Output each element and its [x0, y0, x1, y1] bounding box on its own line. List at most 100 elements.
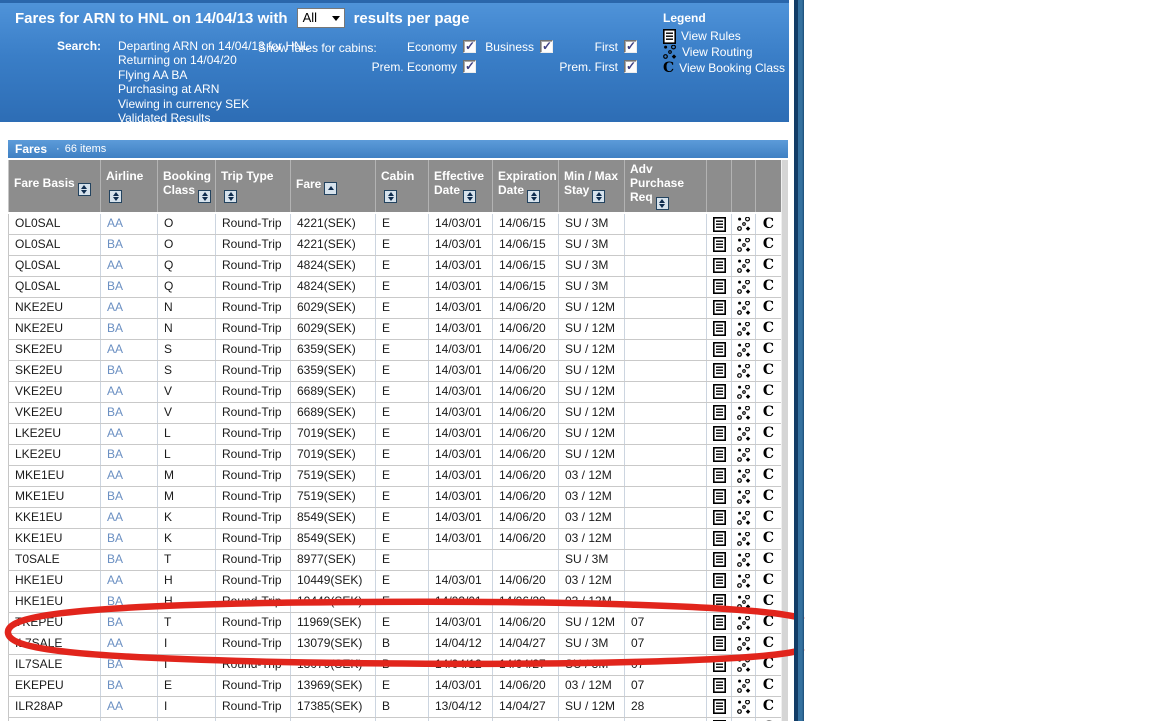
cabin-economy-checkbox[interactable] [463, 40, 476, 53]
view-booking-class-icon[interactable]: C [763, 553, 774, 566]
view-booking-class-icon[interactable]: C [763, 322, 774, 335]
view-routing-icon[interactable] [737, 469, 751, 483]
cell-airline[interactable]: BA [101, 612, 158, 633]
view-routing-icon[interactable] [737, 553, 751, 567]
view-routing-icon[interactable] [737, 679, 751, 693]
cell-airline[interactable]: BA [101, 318, 158, 339]
view-routing-icon[interactable] [737, 658, 751, 672]
view-rules-icon[interactable] [713, 405, 726, 420]
cabin-prem-economy-checkbox[interactable] [463, 60, 476, 73]
view-routing-icon[interactable] [737, 280, 751, 294]
view-rules-icon[interactable] [713, 342, 726, 357]
view-routing-icon[interactable] [737, 511, 751, 525]
cell-airline[interactable]: AA [101, 339, 158, 360]
view-routing-icon[interactable] [737, 595, 751, 609]
sort-button-fare-basis[interactable] [78, 183, 91, 196]
view-booking-class-icon[interactable]: C [763, 280, 774, 293]
view-rules-icon[interactable] [713, 384, 726, 399]
sort-button-booking-class[interactable] [198, 190, 211, 203]
sort-button-fare[interactable] [324, 182, 337, 195]
view-rules-icon[interactable] [713, 552, 726, 567]
cell-airline[interactable]: AA [101, 633, 158, 654]
view-booking-class-icon[interactable]: C [763, 532, 774, 545]
view-booking-class-icon[interactable]: C [763, 218, 774, 231]
sort-button-effective-date[interactable] [463, 190, 476, 203]
view-routing-icon[interactable] [737, 448, 751, 462]
view-routing-icon[interactable] [737, 700, 751, 714]
view-booking-class-icon[interactable]: C [763, 238, 774, 251]
cell-airline[interactable]: AA [101, 255, 158, 276]
view-rules-icon[interactable] [713, 363, 726, 378]
results-per-page-select[interactable]: All [297, 8, 345, 28]
view-rules-icon[interactable] [713, 699, 726, 714]
view-rules-icon[interactable] [713, 510, 726, 525]
view-booking-class-icon[interactable]: C [763, 385, 774, 398]
cell-airline[interactable]: BA [101, 360, 158, 381]
cabin-first-checkbox[interactable] [624, 40, 637, 53]
view-rules-icon[interactable] [713, 321, 726, 336]
view-booking-class-icon[interactable]: C [763, 427, 774, 440]
cell-airline[interactable]: AA [101, 696, 158, 717]
cell-airline[interactable]: AA [101, 570, 158, 591]
cell-airline[interactable]: BA [101, 591, 158, 612]
view-routing-icon[interactable] [737, 385, 751, 399]
view-rules-icon[interactable] [713, 237, 726, 252]
cell-airline[interactable]: BA [101, 528, 158, 549]
view-rules-icon[interactable] [713, 678, 726, 693]
cell-airline[interactable]: AA [101, 423, 158, 444]
view-booking-class-icon[interactable]: C [763, 448, 774, 461]
view-booking-class-icon[interactable]: C [763, 490, 774, 503]
cell-airline[interactable]: BA [101, 549, 158, 570]
cell-airline[interactable]: BA [101, 444, 158, 465]
cell-airline[interactable]: AA [101, 213, 158, 234]
view-rules-icon[interactable] [713, 426, 726, 441]
view-rules-icon[interactable] [713, 258, 726, 273]
sort-button-expiration-date[interactable] [527, 190, 540, 203]
cell-airline[interactable]: BA [101, 276, 158, 297]
view-routing-icon[interactable] [737, 532, 751, 546]
view-booking-class-icon[interactable]: C [763, 301, 774, 314]
view-routing-icon[interactable] [737, 217, 751, 231]
cell-airline[interactable]: AA [101, 297, 158, 318]
cell-airline[interactable]: BA [101, 234, 158, 255]
cell-airline[interactable]: AA [101, 381, 158, 402]
view-rules-icon[interactable] [713, 217, 726, 232]
view-booking-class-icon[interactable]: C [763, 595, 774, 608]
cell-airline[interactable]: BA [101, 717, 158, 721]
view-booking-class-icon[interactable]: C [763, 658, 774, 671]
cell-airline[interactable]: AA [101, 507, 158, 528]
view-rules-icon[interactable] [713, 615, 726, 630]
cabin-prem-first-checkbox[interactable] [624, 60, 637, 73]
view-routing-icon[interactable] [737, 574, 751, 588]
chevron-down-icon[interactable] [328, 9, 344, 27]
view-booking-class-icon[interactable]: C [763, 406, 774, 419]
view-routing-icon[interactable] [737, 490, 751, 504]
sort-button-airline[interactable] [109, 190, 122, 203]
sort-button-adv-purchase-req[interactable] [656, 197, 669, 210]
view-rules-icon[interactable] [713, 657, 726, 672]
view-routing-icon[interactable] [737, 427, 751, 441]
sort-button-cabin[interactable] [384, 190, 397, 203]
view-booking-class-icon[interactable]: C [763, 574, 774, 587]
view-routing-icon[interactable] [737, 238, 751, 252]
view-booking-class-icon[interactable]: C [763, 343, 774, 356]
view-routing-icon[interactable] [737, 406, 751, 420]
view-routing-icon[interactable] [737, 343, 751, 357]
view-rules-icon[interactable] [713, 468, 726, 483]
view-routing-icon[interactable] [737, 259, 751, 273]
sort-button-min-max-stay[interactable] [592, 190, 605, 203]
view-routing-icon[interactable] [737, 301, 751, 315]
view-booking-class-icon[interactable]: C [763, 511, 774, 524]
view-routing-icon[interactable] [737, 637, 751, 651]
view-rules-icon[interactable] [713, 636, 726, 651]
view-rules-icon[interactable] [713, 573, 726, 588]
view-rules-icon[interactable] [713, 489, 726, 504]
cell-airline[interactable]: AA [101, 465, 158, 486]
view-booking-class-icon[interactable]: C [763, 616, 774, 629]
view-booking-class-icon[interactable]: C [763, 259, 774, 272]
view-booking-class-icon[interactable]: C [763, 637, 774, 650]
view-rules-icon[interactable] [713, 531, 726, 546]
cell-airline[interactable]: BA [101, 675, 158, 696]
view-routing-icon[interactable] [737, 364, 751, 378]
view-booking-class-icon[interactable]: C [763, 364, 774, 377]
